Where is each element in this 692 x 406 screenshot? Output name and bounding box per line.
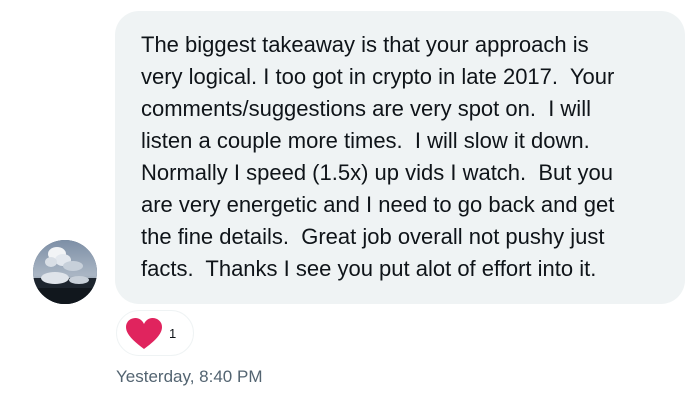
message-timestamp: Yesterday, 8:40 PM <box>116 367 263 386</box>
reaction-count: 1 <box>169 326 177 341</box>
message-text: The biggest takeaway is that your approa… <box>141 32 615 281</box>
reaction-button[interactable]: 1 <box>116 310 194 356</box>
heart-icon <box>126 318 162 349</box>
sender-avatar[interactable] <box>33 240 97 304</box>
message-bubble[interactable]: The biggest takeaway is that your approa… <box>115 11 685 304</box>
